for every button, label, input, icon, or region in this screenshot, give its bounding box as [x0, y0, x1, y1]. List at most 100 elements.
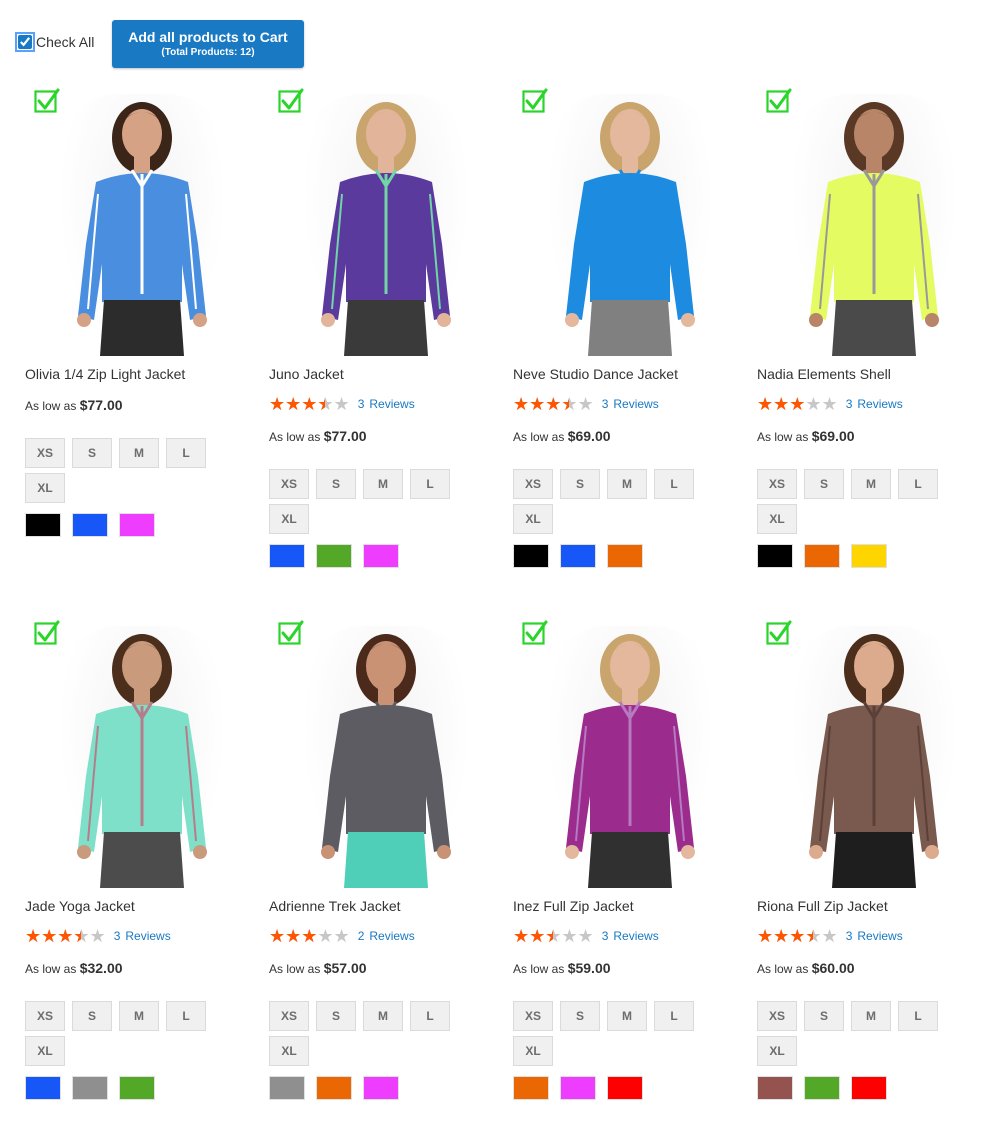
size-swatch[interactable]: M [851, 1001, 891, 1031]
size-swatch[interactable]: S [804, 1001, 844, 1031]
reviews-link[interactable]: 3 Reviews [358, 397, 415, 411]
size-swatch[interactable]: XS [757, 1001, 797, 1031]
size-swatch[interactable]: XL [269, 504, 309, 534]
select-checkmark-icon[interactable] [34, 88, 60, 114]
color-swatch[interactable] [851, 544, 887, 568]
size-swatch[interactable]: M [363, 469, 403, 499]
select-checkmark-icon[interactable] [522, 88, 548, 114]
select-checkmark-icon[interactable] [278, 620, 304, 646]
size-swatch[interactable]: M [607, 1001, 647, 1031]
size-swatch[interactable]: XS [25, 1001, 65, 1031]
color-swatch[interactable] [560, 1076, 596, 1100]
color-swatch[interactable] [513, 544, 549, 568]
size-swatch[interactable]: L [166, 1001, 206, 1031]
size-swatch[interactable]: XL [757, 504, 797, 534]
select-checkmark-icon[interactable] [766, 88, 792, 114]
size-swatch[interactable]: L [166, 438, 206, 468]
product-image[interactable] [546, 94, 714, 356]
product-image[interactable] [302, 626, 470, 888]
add-all-to-cart-button[interactable]: Add all products to Cart (Total Products… [112, 20, 304, 68]
size-swatch[interactable]: XL [757, 1036, 797, 1066]
color-swatch[interactable] [363, 544, 399, 568]
color-swatch[interactable] [363, 1076, 399, 1100]
product-name[interactable]: Juno Jacket [269, 366, 344, 382]
reviews-link[interactable]: 3 Reviews [114, 929, 171, 943]
reviews-link[interactable]: 3 Reviews [602, 397, 659, 411]
size-swatch[interactable]: XL [25, 1036, 65, 1066]
color-swatch[interactable] [316, 1076, 352, 1100]
size-swatch[interactable]: L [410, 469, 450, 499]
color-swatch[interactable] [25, 513, 61, 537]
size-swatch[interactable]: M [851, 469, 891, 499]
product-name[interactable]: Nadia Elements Shell [757, 366, 891, 382]
color-swatch[interactable] [757, 544, 793, 568]
size-swatch[interactable]: L [654, 469, 694, 499]
color-swatch[interactable] [25, 1076, 61, 1100]
reviews-link[interactable]: 3 Reviews [846, 397, 903, 411]
size-swatch[interactable]: S [560, 1001, 600, 1031]
size-swatch[interactable]: S [316, 1001, 356, 1031]
color-swatch[interactable] [607, 544, 643, 568]
select-checkmark-icon[interactable] [34, 620, 60, 646]
product-image[interactable] [302, 94, 470, 356]
product-name[interactable]: Riona Full Zip Jacket [757, 898, 888, 914]
product-name[interactable]: Jade Yoga Jacket [25, 898, 135, 914]
size-swatch[interactable]: M [607, 469, 647, 499]
size-swatch[interactable]: XS [757, 469, 797, 499]
color-swatch[interactable] [316, 544, 352, 568]
size-swatch[interactable]: M [119, 1001, 159, 1031]
rating-summary: ★★★★★★★★★★ 3 Reviews [757, 395, 903, 413]
color-swatch[interactable] [119, 1076, 155, 1100]
product-name[interactable]: Adrienne Trek Jacket [269, 898, 401, 914]
size-swatch[interactable]: XS [269, 1001, 309, 1031]
size-swatch[interactable]: XS [269, 469, 309, 499]
color-swatch[interactable] [72, 513, 108, 537]
size-swatch[interactable]: S [560, 469, 600, 499]
size-swatch[interactable]: M [363, 1001, 403, 1031]
size-swatch[interactable]: S [72, 438, 112, 468]
size-swatch[interactable]: L [410, 1001, 450, 1031]
size-swatch[interactable]: XL [269, 1036, 309, 1066]
product-image[interactable] [790, 94, 958, 356]
color-swatch[interactable] [804, 544, 840, 568]
color-swatch[interactable] [851, 1076, 887, 1100]
color-swatch[interactable] [607, 1076, 643, 1100]
reviews-link[interactable]: 3 Reviews [846, 929, 903, 943]
color-swatch[interactable] [804, 1076, 840, 1100]
product-image[interactable] [546, 626, 714, 888]
product-image[interactable] [58, 94, 226, 356]
color-swatch[interactable] [72, 1076, 108, 1100]
size-swatch[interactable]: L [654, 1001, 694, 1031]
reviews-link[interactable]: 3 Reviews [602, 929, 659, 943]
size-swatch[interactable]: XL [25, 473, 65, 503]
size-swatch[interactable]: XL [513, 1036, 553, 1066]
size-swatch[interactable]: M [119, 438, 159, 468]
toolbar: Check All Add all products to Cart (Tota… [15, 20, 304, 68]
color-swatch[interactable] [119, 513, 155, 537]
select-checkmark-icon[interactable] [278, 88, 304, 114]
product-name[interactable]: Olivia 1/4 Zip Light Jacket [25, 366, 185, 382]
color-swatch[interactable] [269, 1076, 305, 1100]
select-checkmark-icon[interactable] [766, 620, 792, 646]
size-swatch[interactable]: XS [513, 1001, 553, 1031]
color-swatch[interactable] [560, 544, 596, 568]
size-swatch[interactable]: XS [25, 438, 65, 468]
select-checkmark-icon[interactable] [522, 620, 548, 646]
size-swatch[interactable]: XS [513, 469, 553, 499]
size-swatch[interactable]: L [898, 1001, 938, 1031]
size-swatch[interactable]: L [898, 469, 938, 499]
color-swatch[interactable] [757, 1076, 793, 1100]
product-name[interactable]: Neve Studio Dance Jacket [513, 366, 678, 382]
color-swatch[interactable] [513, 1076, 549, 1100]
size-swatch[interactable]: S [804, 469, 844, 499]
color-swatch[interactable] [269, 544, 305, 568]
product-name[interactable]: Inez Full Zip Jacket [513, 898, 634, 914]
size-swatch[interactable]: S [316, 469, 356, 499]
check-all-checkbox[interactable] [15, 32, 35, 52]
size-swatch[interactable]: XL [513, 504, 553, 534]
size-swatch[interactable]: S [72, 1001, 112, 1031]
reviews-link[interactable]: 2 Reviews [358, 929, 415, 943]
check-all[interactable]: Check All [15, 32, 94, 52]
product-image[interactable] [790, 626, 958, 888]
product-image[interactable] [58, 626, 226, 888]
